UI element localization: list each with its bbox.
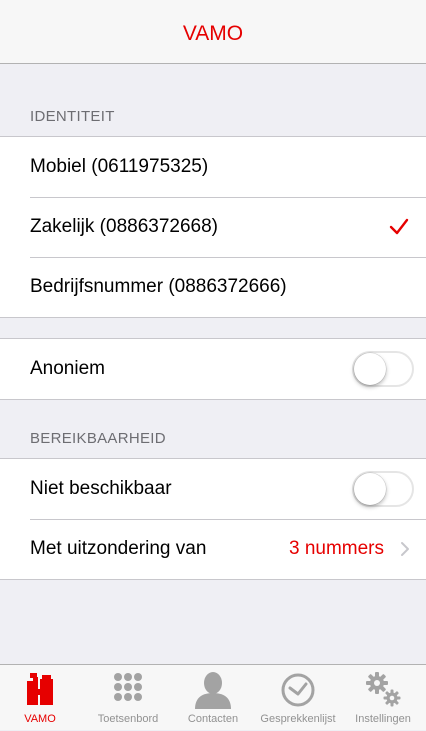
tab-vamo[interactable]: VAMO <box>0 665 83 731</box>
tab-label: Gesprekkenlijst <box>260 713 336 725</box>
unavailable-toggle[interactable] <box>352 471 414 507</box>
tab-settings[interactable]: Instellingen <box>340 665 426 731</box>
vamo-icon <box>27 673 53 705</box>
tab-label: VAMO <box>24 713 56 725</box>
exception-value: 3 nummers <box>288 538 384 559</box>
anonymous-group: Anoniem <box>0 338 426 400</box>
navigation-bar: VAMO <box>0 0 426 64</box>
unavailable-label: Niet beschikbaar <box>30 478 172 499</box>
tab-bar: VAMO Toetsenbord Contacten Gesprekkenlij… <box>0 664 426 730</box>
identity-option-company[interactable]: Bedrijfsnummer (0886372666) <box>0 257 426 317</box>
checkmark-icon <box>389 218 409 235</box>
page-title: VAMO <box>182 22 244 45</box>
reachability-list: Niet beschikbaar Met uitzondering van 3 … <box>0 458 426 580</box>
tab-label: Contacten <box>187 713 239 725</box>
anonymous-label: Anoniem <box>30 358 105 379</box>
exception-label: Met uitzondering van <box>30 538 207 559</box>
identity-option-mobile[interactable]: Mobiel (0611975325) <box>0 137 426 197</box>
identity-option-label: Mobiel (0611975325) <box>30 156 209 177</box>
keypad-icon <box>114 673 142 701</box>
contacts-icon <box>195 672 231 709</box>
anonymous-row: Anoniem <box>0 339 426 399</box>
tab-call-history[interactable]: Gesprekkenlijst <box>255 665 341 731</box>
tab-keypad[interactable]: Toetsenbord <box>85 665 171 731</box>
exception-row[interactable]: Met uitzondering van 3 nummers <box>0 519 426 579</box>
tab-label: Instellingen <box>355 713 411 725</box>
section-header-identity: IDENTITEIT <box>30 108 115 125</box>
identity-option-business[interactable]: Zakelijk (0886372668) <box>0 197 426 257</box>
anonymous-toggle[interactable] <box>352 351 414 387</box>
toggle-knob <box>354 473 386 505</box>
identity-list: Mobiel (0611975325) Zakelijk (0886372668… <box>0 136 426 318</box>
chevron-right-icon <box>401 542 409 556</box>
toggle-knob <box>354 353 386 385</box>
identity-option-label: Bedrijfsnummer (0886372666) <box>30 276 287 297</box>
tab-label: Toetsenbord <box>97 713 159 725</box>
section-header-reachability: BEREIKBAARHEID <box>30 430 166 447</box>
unavailable-row: Niet beschikbaar <box>0 459 426 519</box>
gear-icon <box>366 672 401 707</box>
clock-icon <box>281 673 315 707</box>
identity-option-label: Zakelijk (0886372668) <box>30 216 219 237</box>
tab-contacts[interactable]: Contacten <box>170 665 256 731</box>
